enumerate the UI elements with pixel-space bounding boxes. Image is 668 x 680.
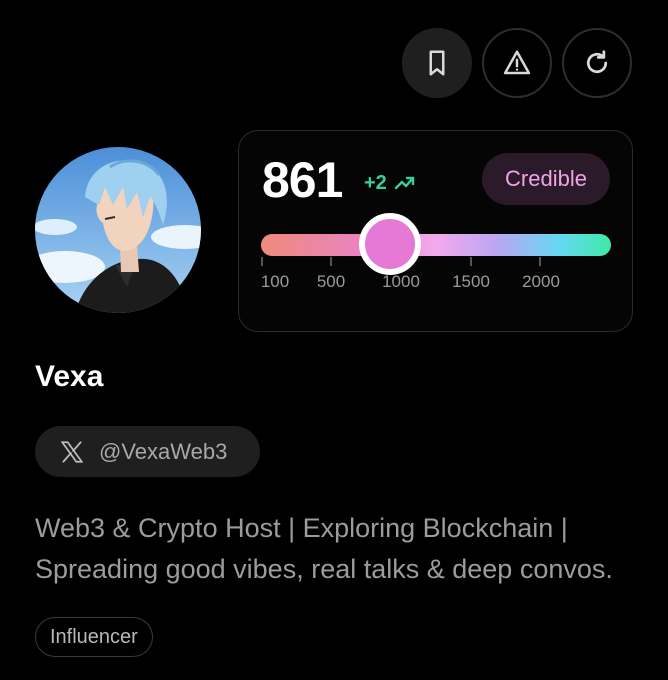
tick-label: 1000 [382,272,420,291]
tick-label: 1500 [452,272,490,291]
credibility-score: 861 [262,152,343,208]
profile-bio: Web3 & Crypto Host | Exploring Blockchai… [35,508,645,590]
profile-tag[interactable]: Influencer [35,617,153,657]
avatar [35,147,201,313]
score-delta-value: +2 [364,171,387,194]
warning-icon [503,50,531,75]
score-slider-track [261,234,611,256]
tick-label: 100 [260,272,290,291]
report-button[interactable] [482,28,552,98]
score-delta: +2 [364,171,417,195]
x-logo-icon [60,440,84,463]
bio-line: Spreading good vibes, real talks & deep … [35,554,613,584]
profile-name: Vexa [35,360,104,393]
tick-mark [330,257,332,266]
score-slider-thumb[interactable] [359,213,421,275]
tick-label: 2000 [522,272,560,291]
trending-up-icon [394,176,415,190]
x-handle: @VexaWeb3 [99,438,228,464]
status-badge: Credible [482,153,610,205]
bookmark-icon [429,50,445,76]
tick-mark [539,257,541,266]
refresh-button[interactable] [562,28,632,98]
avatar-illustration [35,147,201,313]
x-handle-link[interactable]: @VexaWeb3 [35,426,260,477]
bookmark-button[interactable] [402,28,472,98]
tick-label: 500 [316,272,346,291]
refresh-icon [586,50,608,74]
tick-mark [261,257,263,266]
score-card: 861 +2 Credible 100 500 1000 1500 2000 [238,130,633,332]
tick-mark [470,257,472,266]
bio-line: Web3 & Crypto Host | Exploring Blockchai… [35,513,568,543]
top-actions [402,28,632,98]
